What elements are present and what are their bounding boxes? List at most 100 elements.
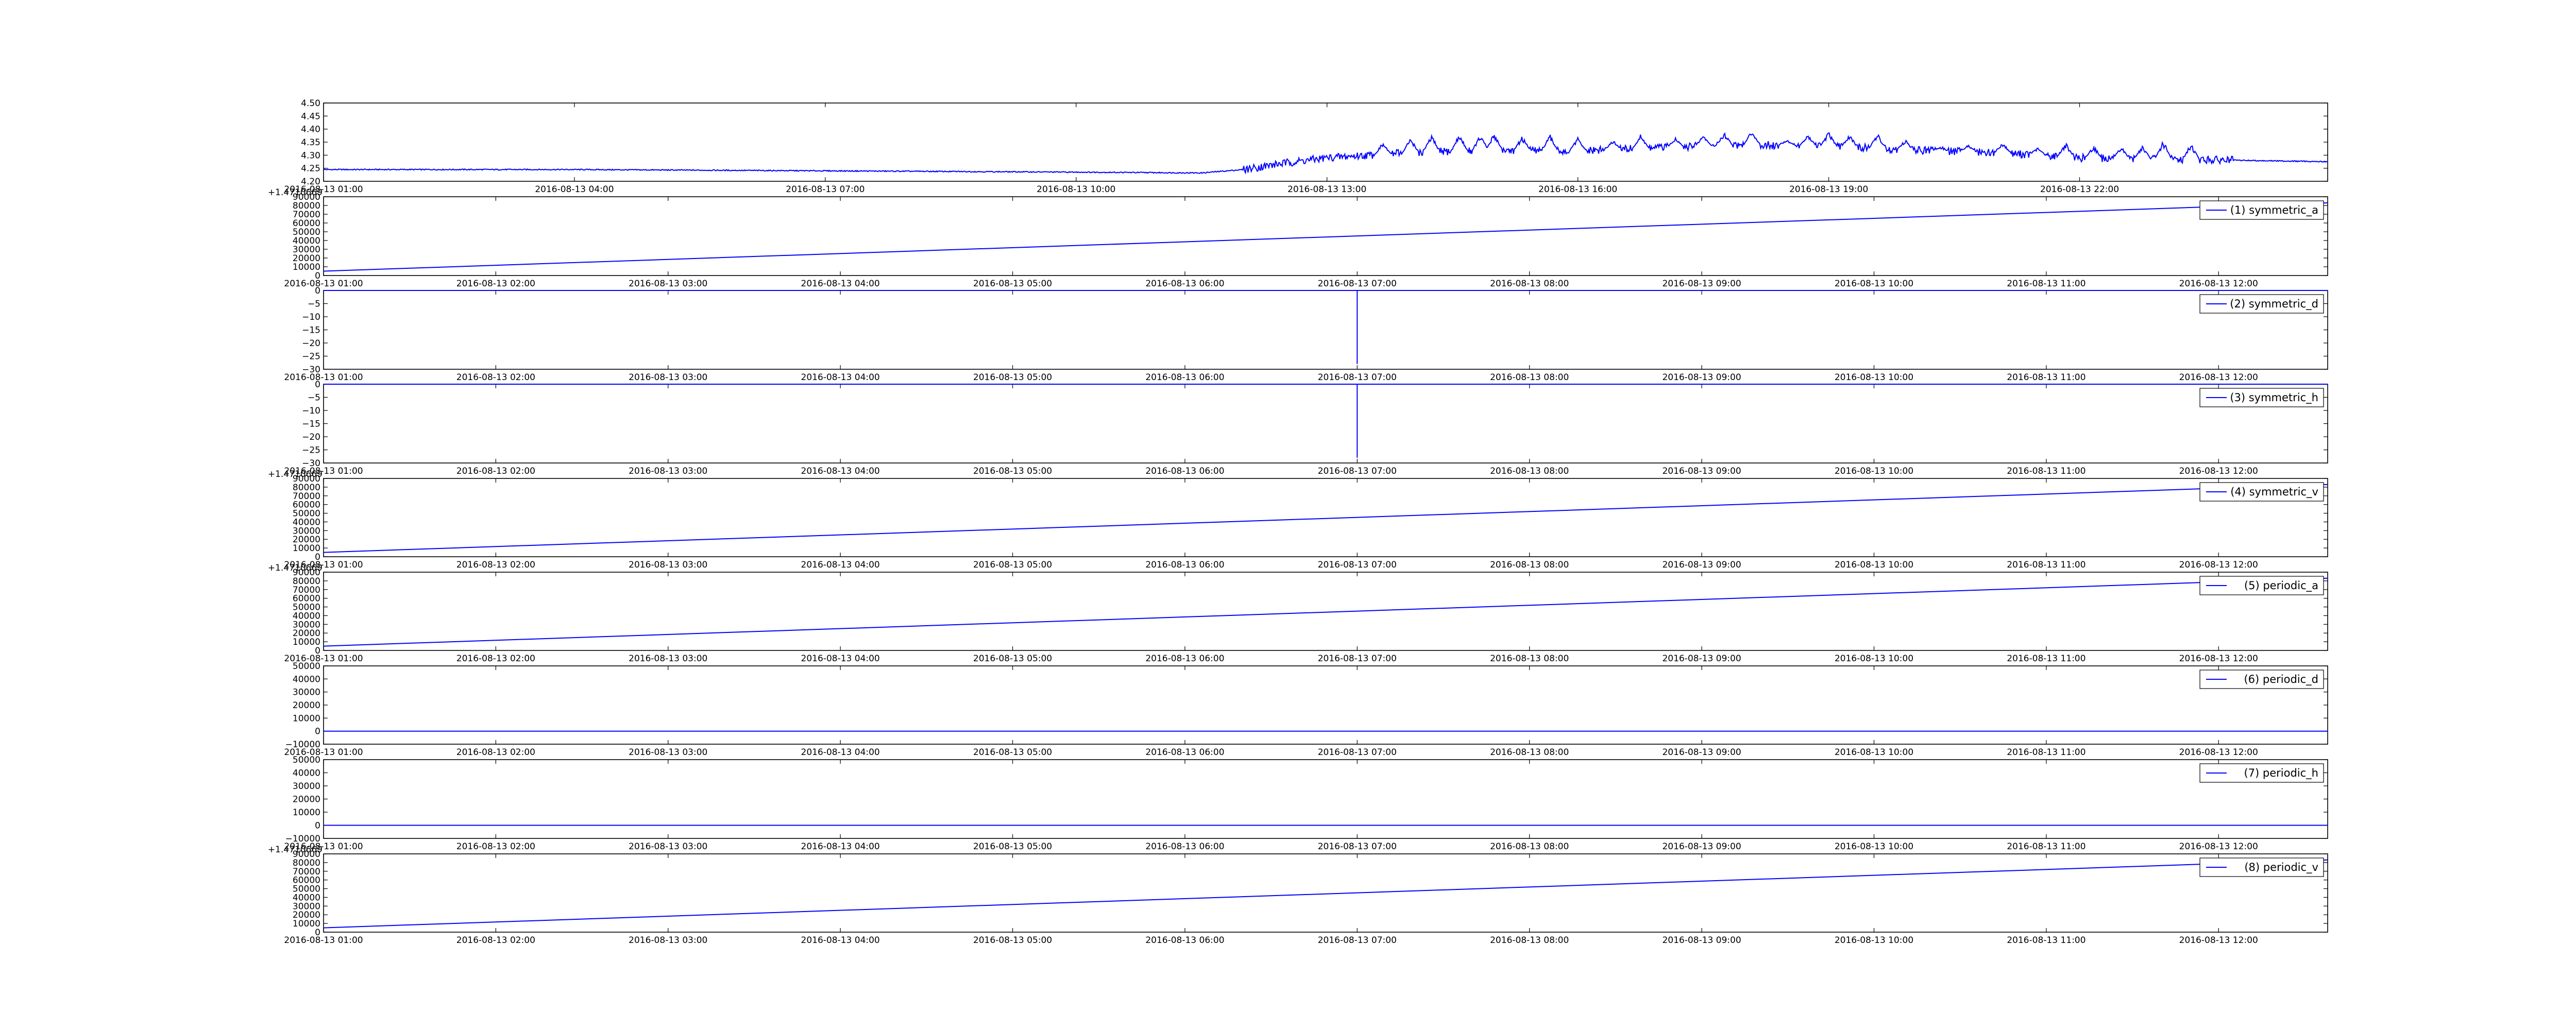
subplot-8: −10000010000200003000040000500002016-08-… xyxy=(284,755,2328,852)
x-tick-label: 2016-08-13 05:00 xyxy=(973,654,1052,664)
x-tick-label: 2016-08-13 10:00 xyxy=(1835,842,1913,852)
x-tick-label: 2016-08-13 05:00 xyxy=(973,935,1052,946)
x-tick-label: 2016-08-13 07:00 xyxy=(1318,935,1397,946)
y-tick-label: −15 xyxy=(302,325,320,336)
legend-label: (1) symmetric_a xyxy=(2230,204,2318,217)
x-tick-label: 2016-08-13 07:00 xyxy=(1318,466,1397,476)
legend: (5) periodic_a xyxy=(2199,576,2324,595)
y-offset-label: +1.4710669 xyxy=(268,563,323,573)
x-tick-label: 2016-08-13 22:00 xyxy=(2040,184,2119,195)
x-tick-label: 2016-08-13 07:00 xyxy=(1318,747,1397,758)
x-tick-label: 2016-08-13 02:00 xyxy=(456,935,535,946)
chart-figure: 4.204.254.304.354.404.454.502016-08-13 0… xyxy=(268,98,2328,946)
x-tick-label: 2016-08-13 10:00 xyxy=(1835,372,1913,383)
x-tick-label: 2016-08-13 03:00 xyxy=(629,842,707,852)
x-tick-label: 2016-08-13 09:00 xyxy=(1662,560,1741,570)
x-tick-label: 2016-08-13 11:00 xyxy=(2007,654,2086,664)
x-tick-label: 2016-08-13 09:00 xyxy=(1662,372,1741,383)
x-tick-label: 2016-08-13 12:00 xyxy=(2179,747,2258,758)
y-tick-label: −5 xyxy=(308,299,320,310)
axes-frame xyxy=(323,384,2328,464)
x-tick-label: 2016-08-13 02:00 xyxy=(456,466,535,476)
legend-label: (7) periodic_h xyxy=(2244,767,2318,780)
x-tick-label: 2016-08-13 06:00 xyxy=(1145,372,1224,383)
x-tick-label: 2016-08-13 08:00 xyxy=(1490,466,1569,476)
y-tick-label: 0 xyxy=(315,380,320,390)
y-tick-label: 0 xyxy=(315,821,320,831)
y-tick-label: 70000 xyxy=(293,210,320,220)
axes-frame xyxy=(323,853,2328,933)
x-tick-label: 2016-08-13 03:00 xyxy=(629,560,707,570)
x-tick-label: 2016-08-13 04:00 xyxy=(535,184,614,195)
y-tick-label: 0 xyxy=(315,727,320,737)
y-tick-label: 30000 xyxy=(293,781,320,792)
x-tick-label: 2016-08-13 07:00 xyxy=(1318,372,1397,383)
y-tick-label: −25 xyxy=(302,445,320,456)
x-tick-label: 2016-08-13 03:00 xyxy=(629,747,707,758)
subplot-2: 0100002000030000400005000060000700008000… xyxy=(268,187,2328,289)
subplot-1: 4.204.254.304.354.404.454.502016-08-13 0… xyxy=(284,98,2328,195)
x-tick-label: 2016-08-13 04:00 xyxy=(801,842,880,852)
legend-label: (8) periodic_v xyxy=(2244,861,2318,874)
x-tick-label: 2016-08-13 05:00 xyxy=(973,372,1052,383)
x-tick-label: 2016-08-13 05:00 xyxy=(973,747,1052,758)
legend-label: (4) symmetric_v xyxy=(2230,486,2318,499)
x-tick-label: 2016-08-13 01:00 xyxy=(284,279,363,289)
x-tick-label: 2016-08-13 04:00 xyxy=(801,279,880,289)
y-tick-label: 40000 xyxy=(293,236,320,246)
x-tick-label: 2016-08-13 08:00 xyxy=(1490,654,1569,664)
y-tick-label: 4.45 xyxy=(301,111,320,122)
x-tick-label: 2016-08-13 06:00 xyxy=(1145,747,1224,758)
x-tick-label: 2016-08-13 09:00 xyxy=(1662,466,1741,476)
x-tick-label: 2016-08-13 08:00 xyxy=(1490,372,1569,383)
y-tick-label: 4.30 xyxy=(301,150,320,161)
axes-frame xyxy=(323,196,2328,276)
y-tick-label: −25 xyxy=(302,352,320,362)
x-tick-label: 2016-08-13 03:00 xyxy=(629,935,707,946)
x-tick-label: 2016-08-13 08:00 xyxy=(1490,842,1569,852)
series-line-4-0 xyxy=(324,384,2328,458)
legend: (4) symmetric_v xyxy=(2199,482,2324,502)
y-tick-label: 10000 xyxy=(293,808,320,818)
x-tick-label: 2016-08-13 05:00 xyxy=(973,842,1052,852)
x-tick-label: 2016-08-13 04:00 xyxy=(801,560,880,570)
y-tick-label: 20000 xyxy=(293,253,320,264)
subplot-5: 0100002000030000400005000060000700008000… xyxy=(268,469,2328,570)
x-tick-label: 2016-08-13 01:00 xyxy=(284,372,363,383)
x-tick-label: 2016-08-13 04:00 xyxy=(801,654,880,664)
x-tick-label: 2016-08-13 08:00 xyxy=(1490,279,1569,289)
x-tick-label: 2016-08-13 11:00 xyxy=(2007,560,2086,570)
y-tick-label: −10 xyxy=(302,312,320,322)
x-tick-label: 2016-08-13 09:00 xyxy=(1662,842,1741,852)
y-tick-label: 10000 xyxy=(293,262,320,272)
y-tick-label: −20 xyxy=(302,432,320,442)
series-line-6-0 xyxy=(323,577,2328,647)
x-tick-label: 2016-08-13 09:00 xyxy=(1662,654,1741,664)
y-tick-label: 40000 xyxy=(293,768,320,779)
x-tick-label: 2016-08-13 04:00 xyxy=(801,372,880,383)
x-tick-label: 2016-08-13 11:00 xyxy=(2007,466,2086,476)
y-tick-label: 4.40 xyxy=(301,125,320,135)
series-line-1 xyxy=(323,132,2328,175)
x-tick-label: 2016-08-13 10:00 xyxy=(1835,654,1913,664)
legend: (2) symmetric_d xyxy=(2199,294,2324,314)
y-tick-label: −5 xyxy=(308,393,320,403)
x-tick-label: 2016-08-13 10:00 xyxy=(1835,560,1913,570)
y-tick-label: 4.50 xyxy=(301,98,320,109)
x-tick-label: 2016-08-13 06:00 xyxy=(1145,842,1224,852)
series-line-5-0 xyxy=(323,484,2328,553)
x-tick-label: 2016-08-13 02:00 xyxy=(456,747,535,758)
x-tick-label: 2016-08-13 07:00 xyxy=(1318,560,1397,570)
legend-label: (2) symmetric_d xyxy=(2230,298,2318,311)
y-tick-label: 40000 xyxy=(293,674,320,684)
axes-frame xyxy=(323,290,2328,370)
series-line-2-0 xyxy=(323,202,2328,272)
x-tick-label: 2016-08-13 12:00 xyxy=(2179,654,2258,664)
x-tick-label: 2016-08-13 03:00 xyxy=(629,654,707,664)
legend: (6) periodic_d xyxy=(2199,670,2324,689)
x-tick-label: 2016-08-13 11:00 xyxy=(2007,279,2086,289)
y-tick-label: 10000 xyxy=(293,713,320,724)
x-tick-label: 2016-08-13 02:00 xyxy=(456,654,535,664)
x-tick-label: 2016-08-13 06:00 xyxy=(1145,466,1224,476)
x-tick-label: 2016-08-13 04:00 xyxy=(801,466,880,476)
